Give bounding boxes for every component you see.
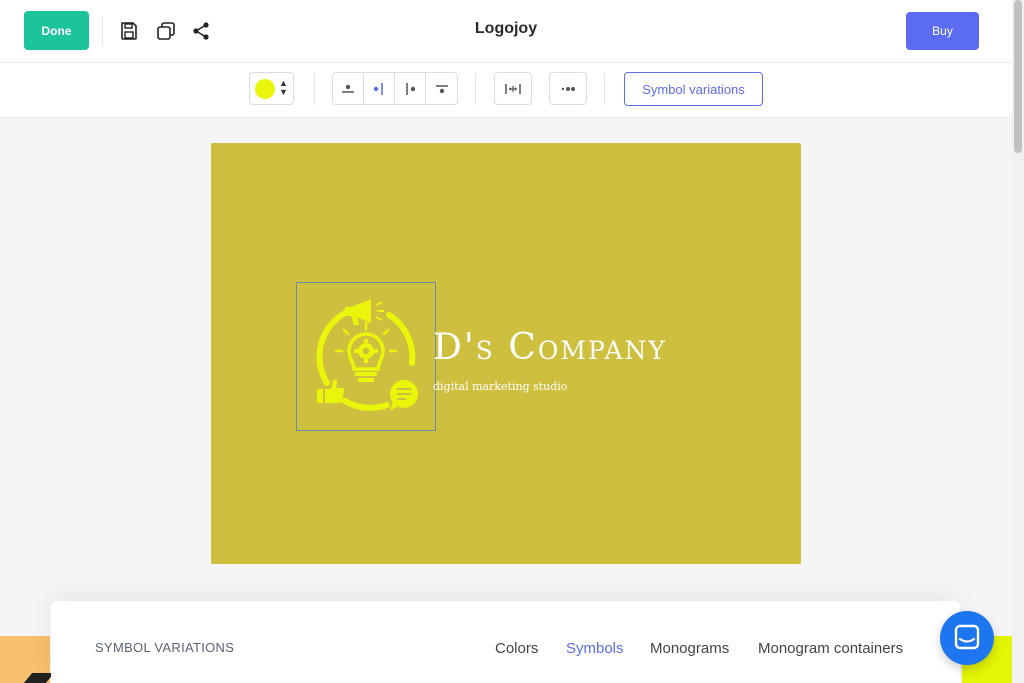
color-picker[interactable]: ▲ ▼ <box>249 72 294 105</box>
tab-monogram-containers[interactable]: Monogram containers <box>758 640 903 657</box>
symbol-top-icon <box>342 84 354 93</box>
chat-icon <box>954 624 980 650</box>
tagline-text[interactable]: digital marketing studio <box>433 380 567 393</box>
symbol-variations-button[interactable]: Symbol variations <box>624 72 763 106</box>
spacing-button[interactable] <box>495 73 531 104</box>
app-title: Logojoy <box>474 20 538 37</box>
symbol-left-button[interactable] <box>364 73 395 104</box>
sort-arrows-icon: ▲ ▼ <box>279 78 288 97</box>
symbol-top-button[interactable] <box>333 73 364 104</box>
tab-symbols[interactable]: Symbols <box>566 640 624 657</box>
symbol-right-button[interactable] <box>395 73 426 104</box>
panel-title: SYMBOL VARIATIONS <box>95 640 235 655</box>
toolbar-divider <box>604 73 605 105</box>
buy-button[interactable]: Buy <box>906 12 979 50</box>
variations-panel: SYMBOL VARIATIONS Colors Symbols Monogra… <box>51 601 960 683</box>
symbol-bottom-button[interactable] <box>426 73 457 104</box>
symbol-right-icon <box>406 82 416 95</box>
more-button[interactable] <box>550 73 586 104</box>
more-button-group <box>549 72 587 105</box>
toolbar-divider <box>475 73 476 105</box>
chat-button[interactable] <box>940 611 994 665</box>
tab-monograms[interactable]: Monograms <box>650 640 729 657</box>
company-name-text[interactable]: D's Company <box>433 327 667 368</box>
logo-symbol-selection[interactable] <box>296 282 436 431</box>
symbol-bottom-icon <box>435 84 448 93</box>
scrollbar-thumb[interactable] <box>1014 0 1022 153</box>
tab-colors[interactable]: Colors <box>495 640 538 657</box>
symbol-left-icon <box>373 82 383 95</box>
spacing-button-group <box>494 72 532 105</box>
layout-button-group <box>332 72 458 105</box>
logo-canvas[interactable]: D's Company digital marketing studio <box>211 143 801 564</box>
more-icon <box>561 86 575 91</box>
lightbulb-marketing-icon <box>316 299 418 411</box>
top-header: Done Logojoy Buy <box>0 0 1012 63</box>
page-scrollbar[interactable] <box>1012 0 1024 683</box>
color-swatch <box>255 79 275 99</box>
editor-toolbar: ▲ ▼ Symbol variations <box>0 63 1012 118</box>
spacing-icon <box>505 83 521 94</box>
toolbar-divider <box>314 73 315 105</box>
